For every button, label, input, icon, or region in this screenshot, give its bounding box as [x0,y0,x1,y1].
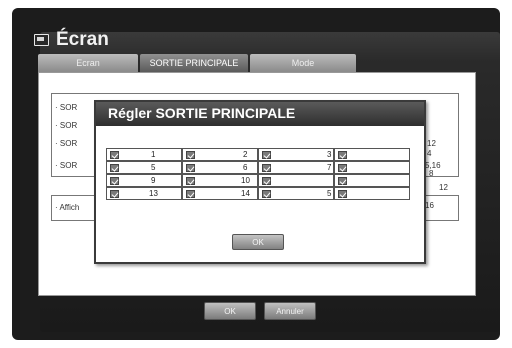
checkbox-icon[interactable] [186,190,195,198]
title-row: Écran [34,26,109,54]
right-value: 5,16 [425,161,441,170]
channel-cell[interactable]: 13 [106,187,182,200]
checkbox-icon[interactable] [338,190,347,198]
sortie-row-label: · SOR [55,161,78,170]
right-value: 4 [427,149,432,158]
channel-cell[interactable]: 7 [258,161,334,174]
channel-cell[interactable]: 14 [182,187,258,200]
tab-mode[interactable]: Mode [250,54,356,72]
cancel-button[interactable]: Annuler [264,302,316,320]
channel-number: 1 [151,150,156,159]
ok-button[interactable]: OK [204,302,256,320]
right-value: 12 [439,183,448,192]
channel-cell[interactable] [334,148,410,161]
channel-number: 3 [327,150,332,159]
checkbox-icon[interactable] [110,164,119,172]
channel-number: 7 [327,163,332,172]
checkbox-icon[interactable] [186,164,195,172]
affich-label: · Affich [55,203,80,212]
checkbox-icon[interactable] [262,164,271,172]
channel-number: 5 [151,163,156,172]
right-value: 12 [427,139,436,148]
channel-number: 9 [151,176,156,185]
checkbox-icon[interactable] [262,190,271,198]
channel-cell[interactable]: 2 [182,148,258,161]
channel-number: 10 [241,176,250,185]
channel-cell[interactable]: 9 [106,174,182,187]
channel-cell[interactable] [334,174,410,187]
channel-number: 5 [327,189,332,198]
channel-cell[interactable]: 3 [258,148,334,161]
channel-cell[interactable]: 5 [106,161,182,174]
channel-number: 2 [243,150,248,159]
checkbox-icon[interactable] [186,151,195,159]
checkbox-icon[interactable] [110,190,119,198]
footer-bar: OK Annuler [38,296,474,322]
tab-ecran[interactable]: Ecran [38,54,138,72]
channel-number: 6 [243,163,248,172]
monitor-icon [34,34,49,46]
checkbox-icon[interactable] [186,177,195,185]
channel-number: 13 [149,189,158,198]
checkbox-icon[interactable] [338,164,347,172]
checkbox-icon[interactable] [110,151,119,159]
checkbox-icon[interactable] [338,151,347,159]
channel-cell[interactable] [334,161,410,174]
channel-number: 14 [241,189,250,198]
right-value: 16 [425,201,434,210]
channel-cell[interactable]: 10 [182,174,258,187]
channel-cell[interactable]: 5 [258,187,334,200]
tab-bar: Ecran SORTIE PRINCIPALE Mode [38,54,358,72]
channel-cell[interactable]: 6 [182,161,258,174]
channel-cell[interactable] [258,174,334,187]
channel-cell[interactable] [334,187,410,200]
sortie-row-label: · SOR [55,121,78,130]
right-value: 8 [429,169,434,178]
sortie-row-label: · SOR [55,139,78,148]
sortie-row-label: · SOR [55,103,78,112]
tab-sortie-principale[interactable]: SORTIE PRINCIPALE [140,54,248,72]
page-title: Écran [56,29,109,50]
checkbox-icon[interactable] [262,177,271,185]
checkbox-icon[interactable] [338,177,347,185]
dialog-title: Régler SORTIE PRINCIPALE [108,105,296,121]
output-dialog: Régler SORTIE PRINCIPALE 1 2 3 5 6 7 9 1… [94,100,426,264]
dialog-ok-button[interactable]: OK [232,234,284,250]
dialog-header: Régler SORTIE PRINCIPALE [96,102,424,126]
checkbox-icon[interactable] [110,177,119,185]
channel-cell[interactable]: 1 [106,148,182,161]
checkbox-icon[interactable] [262,151,271,159]
